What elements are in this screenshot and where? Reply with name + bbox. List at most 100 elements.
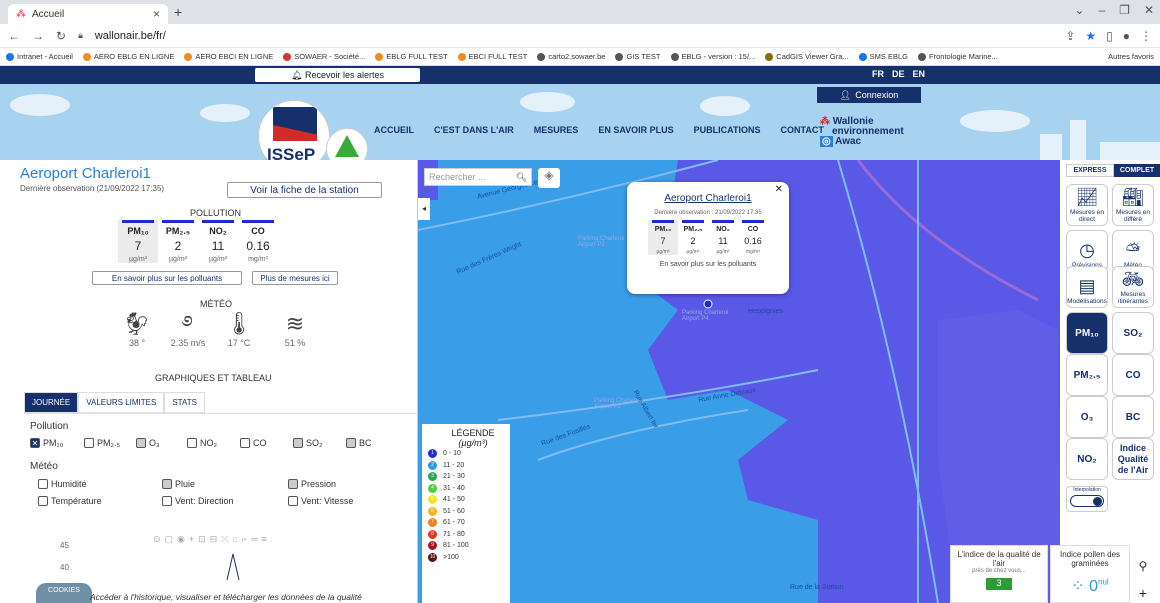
minimize-icon[interactable]: – — [1098, 3, 1105, 17]
check-so2[interactable]: SO₂ — [293, 438, 323, 448]
chevron-down-icon[interactable]: ⌄ — [1074, 3, 1084, 17]
sidebar-icon[interactable]: ▯ — [1106, 29, 1113, 43]
url-field[interactable]: wallonair.be/fr/ — [95, 30, 166, 42]
bookmark-label: AERO EBLG EN LIGNE — [93, 52, 175, 61]
co-layer-button[interactable]: CO — [1112, 354, 1154, 396]
layers-icon[interactable]: ◈ — [538, 168, 560, 188]
logo-text-awac: Awac — [835, 136, 862, 147]
nav-cest-dans-lair[interactable]: C'EST DANS L'AIR — [434, 125, 514, 135]
check-vent-vitesse[interactable]: Vent: Vitesse — [288, 496, 353, 506]
so2-layer-button[interactable]: SO₂ — [1112, 312, 1154, 354]
bookmark-label: AERO EBCI EN LIGNE — [195, 52, 274, 61]
station-sheet-button[interactable]: Voir la fiche de la station — [227, 182, 382, 198]
legend-range: 61 - 70 — [443, 519, 465, 527]
map-search-input[interactable]: Rechercher ... 🔍︎ — [424, 168, 532, 186]
interpolation-toggle[interactable]: Interpolation — [1066, 486, 1108, 512]
popup-station-title[interactable]: Aeroport Charleroi1 — [631, 193, 785, 204]
zoom-in-button[interactable]: + — [1132, 583, 1154, 603]
pollutant-name: PM₂.₅ — [165, 226, 191, 236]
no2-layer-button[interactable]: NO₂ — [1066, 438, 1108, 480]
toggle-switch-icon[interactable] — [1070, 495, 1104, 507]
menu-icon[interactable]: ⋮ — [1140, 29, 1152, 43]
check-co[interactable]: CO — [240, 438, 267, 448]
o3-layer-button[interactable]: O₃ — [1066, 396, 1108, 438]
legend-row: 9 81 - 100 — [428, 540, 504, 552]
tab-stats[interactable]: STATS — [164, 392, 205, 413]
live-measures-button[interactable]: 📈︎ Mesures en direct — [1066, 184, 1108, 226]
restore-icon[interactable]: ❐ — [1119, 3, 1130, 17]
browser-tab[interactable]: ⁂ Accueil × — [8, 4, 168, 24]
more-measures-button[interactable]: Plus de mesures ici — [252, 271, 338, 285]
nav-contact[interactable]: CONTACT — [781, 125, 824, 135]
nav-en-savoir-plus[interactable]: EN SAVOIR PLUS — [598, 125, 673, 135]
star-icon[interactable]: ★ — [1085, 29, 1096, 43]
mobile-measures-button[interactable]: 🚲︎ Mesures itinérantes — [1112, 266, 1154, 308]
lang-de[interactable]: DE — [892, 69, 905, 79]
nav-accueil[interactable]: ACCUEIL — [374, 125, 414, 135]
pm25-layer-button[interactable]: PM₂.₅ — [1066, 354, 1108, 396]
bookmark-item[interactable]: CadGIS Viewer Gra... — [765, 52, 849, 61]
popup-info-link[interactable]: En savoir plus sur les polluants — [631, 261, 785, 268]
login-button[interactable]: 👤︎ Connexion — [817, 87, 921, 103]
pollutant-unit: µg/m³ — [128, 256, 148, 263]
check-pm10[interactable]: ✕ PM₁₀ — [30, 438, 63, 448]
legend-swatch: 10 — [428, 552, 437, 562]
bookmark-item[interactable]: Frontologie Marine... — [918, 52, 998, 61]
cookies-button[interactable]: COOKIES — [36, 583, 92, 603]
legend-range: 51 - 60 — [443, 507, 465, 515]
new-tab-button[interactable]: + — [174, 4, 182, 20]
tab-valeurs-limites[interactable]: VALEURS LIMITES — [78, 392, 165, 413]
lang-en[interactable]: EN — [913, 69, 926, 79]
express-toggle[interactable]: EXPRESS — [1066, 164, 1114, 177]
search-icon[interactable]: 🔍︎ — [516, 172, 527, 183]
profile-icon[interactable]: ● — [1123, 29, 1130, 43]
bookmark-item[interactable]: AERO EBCI EN LIGNE — [184, 52, 273, 61]
modelling-button[interactable]: ▤ Modélisations — [1066, 266, 1108, 308]
check-no2[interactable]: NO₂ — [187, 438, 217, 448]
other-bookmarks[interactable]: Autres favoris — [1108, 52, 1154, 61]
bookmark-item[interactable]: GIS TEST — [615, 52, 661, 61]
bookmark-item[interactable]: carto2.sowaer.be — [537, 52, 605, 61]
pollutants-info-button[interactable]: En savoir plus sur les polluants — [92, 271, 242, 285]
chart-toolbar[interactable]: ⊙▢◉+⊡⊟⤫⌂⌐═≡ — [153, 534, 271, 545]
air-quality-index-widget[interactable]: L'indice de la qualité de l'air près de … — [950, 545, 1048, 603]
nav-publications[interactable]: PUBLICATIONS — [694, 125, 761, 135]
check-pm25[interactable]: PM₂.₅ — [84, 438, 120, 448]
check-pluie[interactable]: Pluie — [162, 479, 195, 489]
bookmark-item[interactable]: EBLG - version : 15/... — [670, 52, 755, 61]
delayed-measures-button[interactable]: 🏭︎ Mesures en différé — [1112, 184, 1154, 226]
back-icon[interactable]: ← — [8, 29, 20, 43]
location-pin-icon[interactable]: ⚲ — [1132, 555, 1154, 577]
collapse-panel-icon[interactable]: ◂ — [418, 198, 430, 220]
close-popup-icon[interactable]: ✕ — [775, 184, 783, 195]
pm10-layer-button[interactable]: PM₁₀ — [1066, 312, 1108, 354]
wallonie-awac-logo[interactable]: ⁂ Wallonie environnement ◎ Awac — [820, 117, 904, 147]
close-window-icon[interactable]: ✕ — [1144, 3, 1154, 17]
complet-toggle[interactable]: COMPLET — [1114, 164, 1160, 177]
bc-layer-button[interactable]: BC — [1112, 396, 1154, 438]
check-vent-direction[interactable]: Vent: Direction — [162, 496, 234, 506]
bookmark-item[interactable]: AERO EBLG EN LIGNE — [82, 52, 175, 61]
pollen-index-widget[interactable]: Indice pollen des graminées ⁘ 0nul — [1050, 545, 1130, 603]
alerts-button[interactable]: 🔔︎ Recevoir les alertes — [255, 68, 420, 82]
check-bc[interactable]: BC — [346, 438, 372, 448]
tab-journee[interactable]: JOURNÉE — [24, 392, 79, 413]
bookmark-item[interactable]: EBLG FULL TEST — [375, 52, 448, 61]
bookmark-item[interactable]: SOWAER - Société... — [283, 52, 365, 61]
bookmark-item[interactable]: SMS EBLG — [858, 52, 908, 61]
share-icon[interactable]: ⇪ — [1065, 29, 1075, 43]
check-temperature[interactable]: Température — [38, 496, 102, 506]
aqi-layer-button[interactable]: Indice Qualité de l'Air — [1112, 438, 1154, 480]
bookmark-item[interactable]: EBCI FULL TEST — [457, 52, 527, 61]
forward-icon[interactable]: → — [32, 29, 44, 43]
reload-icon[interactable]: ↻ — [56, 29, 66, 43]
check-o3[interactable]: O₃ — [136, 438, 160, 448]
close-tab-icon[interactable]: × — [153, 7, 160, 21]
nav-mesures[interactable]: MESURES — [534, 125, 579, 135]
user-icon: 👤︎ — [839, 89, 852, 100]
check-pression[interactable]: Pression — [288, 479, 336, 489]
check-humidite[interactable]: Humidité — [38, 479, 87, 489]
lang-fr[interactable]: FR — [872, 69, 884, 79]
bookmark-item[interactable]: Intranet - Accueil — [6, 52, 73, 61]
alerts-label: Recevoir les alertes — [304, 70, 384, 80]
